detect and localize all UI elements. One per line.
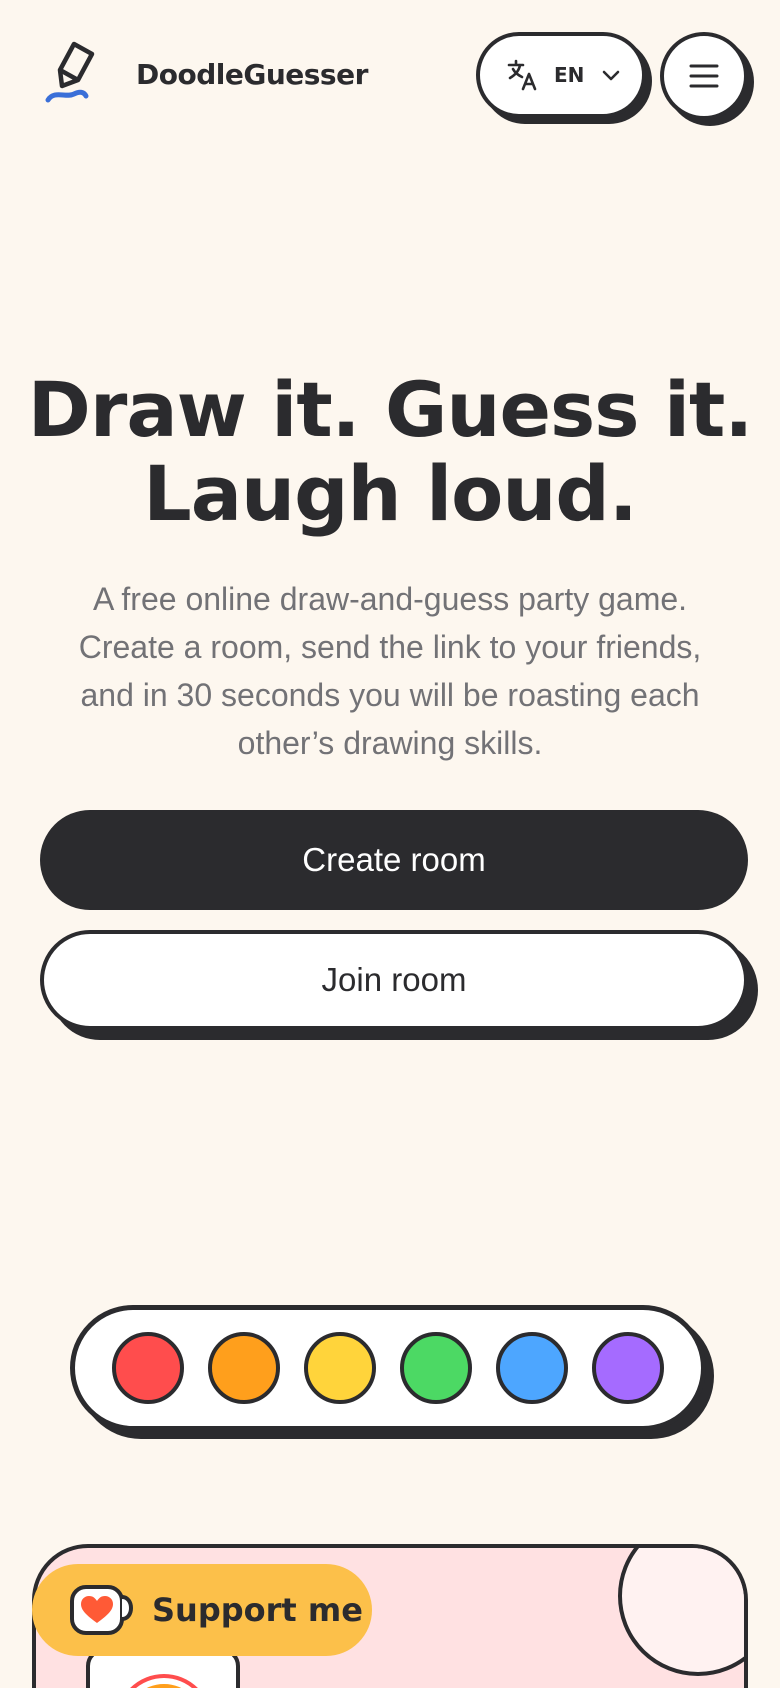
- color-palette: [70, 1305, 706, 1431]
- rainbow-icon: [130, 1674, 198, 1688]
- support-me-button[interactable]: Support me: [32, 1564, 372, 1656]
- support-label: Support me: [152, 1591, 363, 1629]
- language-selector[interactable]: EN: [476, 32, 646, 118]
- hero-title-line2: Laugh loud.: [143, 449, 637, 538]
- hero-title-line1: Draw it. Guess it.: [27, 365, 753, 454]
- join-room-button[interactable]: Join room: [40, 930, 748, 1030]
- color-swatch-orange[interactable]: [208, 1332, 280, 1404]
- card-bubble-decoration: [618, 1548, 744, 1676]
- color-swatch-red[interactable]: [112, 1332, 184, 1404]
- create-room-button[interactable]: Create room: [40, 810, 748, 910]
- color-swatch-yellow[interactable]: [304, 1332, 376, 1404]
- chevron-down-icon: [603, 70, 620, 81]
- translate-icon: [507, 59, 537, 91]
- hero-subtitle: A free online draw-and-guess party game.…: [78, 581, 702, 761]
- pen-scribble-icon[interactable]: [44, 40, 100, 108]
- site-header: DoodleGuesser EN: [0, 0, 780, 150]
- color-swatch-blue[interactable]: [496, 1332, 568, 1404]
- language-code: EN: [554, 63, 585, 87]
- brand-name[interactable]: DoodleGuesser: [136, 58, 368, 91]
- color-swatch-purple[interactable]: [592, 1332, 664, 1404]
- coffee-heart-icon: [70, 1585, 133, 1635]
- hamburger-menu-icon: [689, 64, 719, 88]
- hero-title: Draw it. Guess it. Laugh loud.: [0, 368, 780, 536]
- color-swatch-green[interactable]: [400, 1332, 472, 1404]
- menu-button[interactable]: [660, 32, 748, 120]
